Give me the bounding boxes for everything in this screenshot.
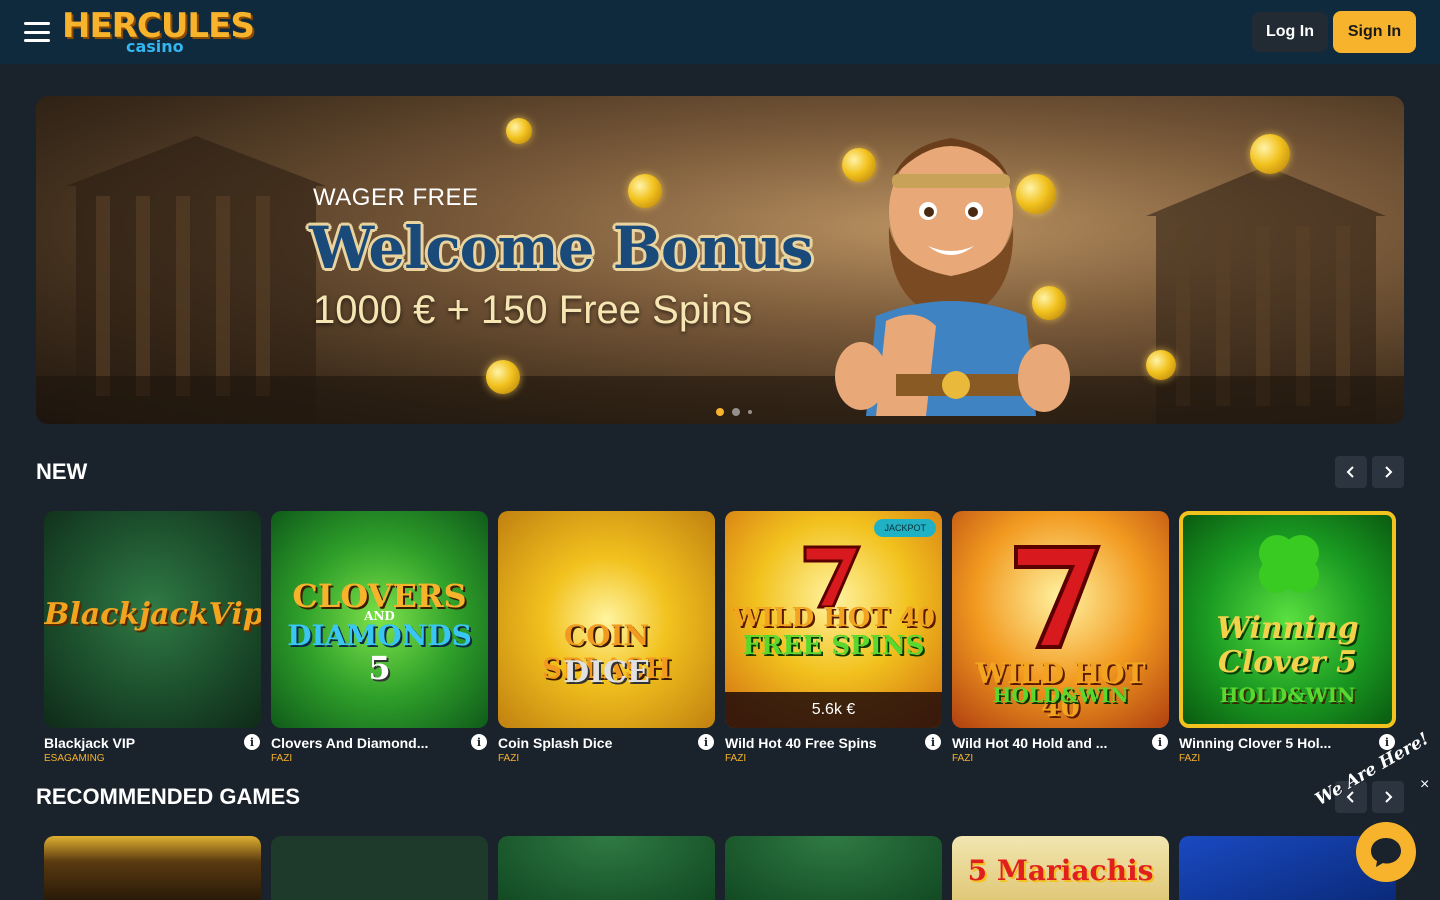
game-title: Wild Hot 40 Hold and ... bbox=[952, 735, 1108, 751]
new-next-button[interactable] bbox=[1372, 456, 1404, 488]
game-card[interactable]: 5 Mariachis bbox=[952, 836, 1169, 900]
game-provider: FAZI bbox=[952, 753, 974, 764]
game-thumbnail[interactable] bbox=[725, 836, 942, 900]
signin-button[interactable]: Sign In bbox=[1333, 11, 1416, 53]
chevron-right-icon bbox=[1385, 791, 1393, 803]
game-title: Blackjack VIP bbox=[44, 735, 136, 751]
chat-button[interactable] bbox=[1356, 822, 1416, 882]
thumb-text: DIAMONDS bbox=[287, 619, 472, 652]
game-thumbnail[interactable]: Winning Clover 5 HOLD&WIN bbox=[1179, 511, 1396, 728]
game-card[interactable]: JACKPOT WILD HOT 40 FREE SPINS 5.6k € Wi… bbox=[725, 511, 942, 764]
section-title-recommended: RECOMMENDED GAMES bbox=[36, 784, 301, 809]
thumb-text: HOLD&WIN bbox=[1219, 683, 1356, 707]
seven-icon bbox=[1014, 545, 1101, 649]
game-thumbnail[interactable] bbox=[271, 836, 488, 900]
game-provider: FAZI bbox=[725, 753, 747, 764]
jackpot-amount: 5.6k € bbox=[725, 692, 942, 728]
banner-subtitle: 1000 € + 150 Free Spins bbox=[313, 288, 753, 332]
info-icon[interactable]: i bbox=[471, 734, 487, 750]
carousel-dot[interactable] bbox=[732, 408, 740, 416]
game-provider: FAZI bbox=[1179, 753, 1201, 764]
game-provider: ESAGAMING bbox=[44, 753, 105, 764]
thumb-text: 5 bbox=[368, 649, 391, 687]
game-thumbnail[interactable]: CLOVERS AND DIAMONDS 5 bbox=[271, 511, 488, 728]
coin-icon bbox=[628, 174, 662, 208]
seven-icon bbox=[803, 545, 862, 609]
coin-icon bbox=[506, 118, 532, 144]
coin-icon bbox=[1146, 350, 1176, 380]
info-icon[interactable]: i bbox=[244, 734, 260, 750]
game-title: Clovers And Diamond... bbox=[271, 735, 429, 751]
thumb-text: 5 Mariachis bbox=[967, 854, 1154, 887]
coin-icon bbox=[1250, 134, 1290, 174]
game-card[interactable] bbox=[271, 836, 488, 900]
chevron-right-icon bbox=[1385, 466, 1393, 478]
site-header: HERCULES casino Log In Sign In bbox=[0, 0, 1440, 64]
game-thumbnail[interactable]: COIN SPLASH DICE bbox=[498, 511, 715, 728]
thumb-text: BlackjackVip bbox=[44, 597, 261, 632]
chevron-left-icon bbox=[1346, 466, 1354, 478]
game-card[interactable]: CLOVERS AND DIAMONDS 5 Clovers And Diamo… bbox=[271, 511, 488, 764]
new-prev-button[interactable] bbox=[1335, 456, 1367, 488]
carousel-dot[interactable] bbox=[748, 410, 752, 414]
section-title-new: NEW bbox=[36, 459, 88, 484]
game-card[interactable]: COIN SPLASH DICE Coin Splash Dice FAZI i bbox=[498, 511, 715, 764]
game-provider: FAZI bbox=[271, 753, 293, 764]
game-title: Winning Clover 5 Hol... bbox=[1179, 735, 1332, 751]
jackpot-badge: JACKPOT bbox=[874, 519, 936, 537]
game-thumbnail[interactable]: BlackjackVip bbox=[44, 511, 261, 728]
logo[interactable]: HERCULES casino bbox=[62, 6, 255, 58]
close-icon[interactable]: × bbox=[1420, 776, 1429, 794]
thumb-text: WILD HOT 40 bbox=[731, 603, 936, 633]
game-title: Wild Hot 40 Free Spins bbox=[725, 735, 877, 751]
thumb-text: DICE bbox=[563, 655, 650, 690]
game-card[interactable]: WILD HOT 40 HOLD&WIN Wild Hot 40 Hold an… bbox=[952, 511, 1169, 764]
clover-icon bbox=[1259, 535, 1319, 593]
game-thumbnail[interactable] bbox=[44, 836, 261, 900]
hercules-character bbox=[835, 138, 1070, 416]
carousel-dots bbox=[716, 408, 752, 416]
info-icon[interactable]: i bbox=[1152, 734, 1168, 750]
game-card[interactable]: BlackjackVip Blackjack VIP ESAGAMING i bbox=[44, 511, 261, 764]
thumb-text: HOLD&WIN bbox=[992, 683, 1129, 707]
info-icon[interactable]: i bbox=[925, 734, 941, 750]
coin-icon bbox=[486, 360, 520, 394]
game-card[interactable] bbox=[498, 836, 715, 900]
promo-banner[interactable]: WAGER FREE Welcome Bonus 1000 € + 150 Fr… bbox=[36, 96, 1404, 424]
game-card[interactable]: Winning Clover 5 HOLD&WIN Winning Clover… bbox=[1179, 511, 1396, 764]
thumb-text: Clover 5 bbox=[1218, 645, 1357, 680]
banner-title: Welcome Bonus bbox=[309, 214, 814, 282]
game-provider: FAZI bbox=[498, 753, 520, 764]
game-thumbnail[interactable] bbox=[498, 836, 715, 900]
chat-icon bbox=[1371, 838, 1401, 867]
logo-sub-text: casino bbox=[126, 37, 184, 56]
banner-pretitle: WAGER FREE bbox=[313, 184, 479, 211]
carousel-dot[interactable] bbox=[716, 408, 724, 416]
game-thumbnail[interactable]: 5 Mariachis bbox=[952, 836, 1169, 900]
recommended-next-button[interactable] bbox=[1372, 781, 1404, 813]
game-thumbnail[interactable]: WILD HOT 40 HOLD&WIN bbox=[952, 511, 1169, 728]
thumb-text: Winning bbox=[1216, 611, 1359, 646]
info-icon[interactable]: i bbox=[698, 734, 714, 750]
login-button[interactable]: Log In bbox=[1252, 12, 1328, 52]
game-title: Coin Splash Dice bbox=[498, 735, 613, 751]
game-thumbnail[interactable]: JACKPOT WILD HOT 40 FREE SPINS 5.6k € bbox=[725, 511, 942, 728]
thumb-text: FREE SPINS bbox=[742, 631, 925, 661]
game-card[interactable] bbox=[44, 836, 261, 900]
game-card[interactable] bbox=[725, 836, 942, 900]
hamburger-icon[interactable] bbox=[24, 22, 50, 42]
